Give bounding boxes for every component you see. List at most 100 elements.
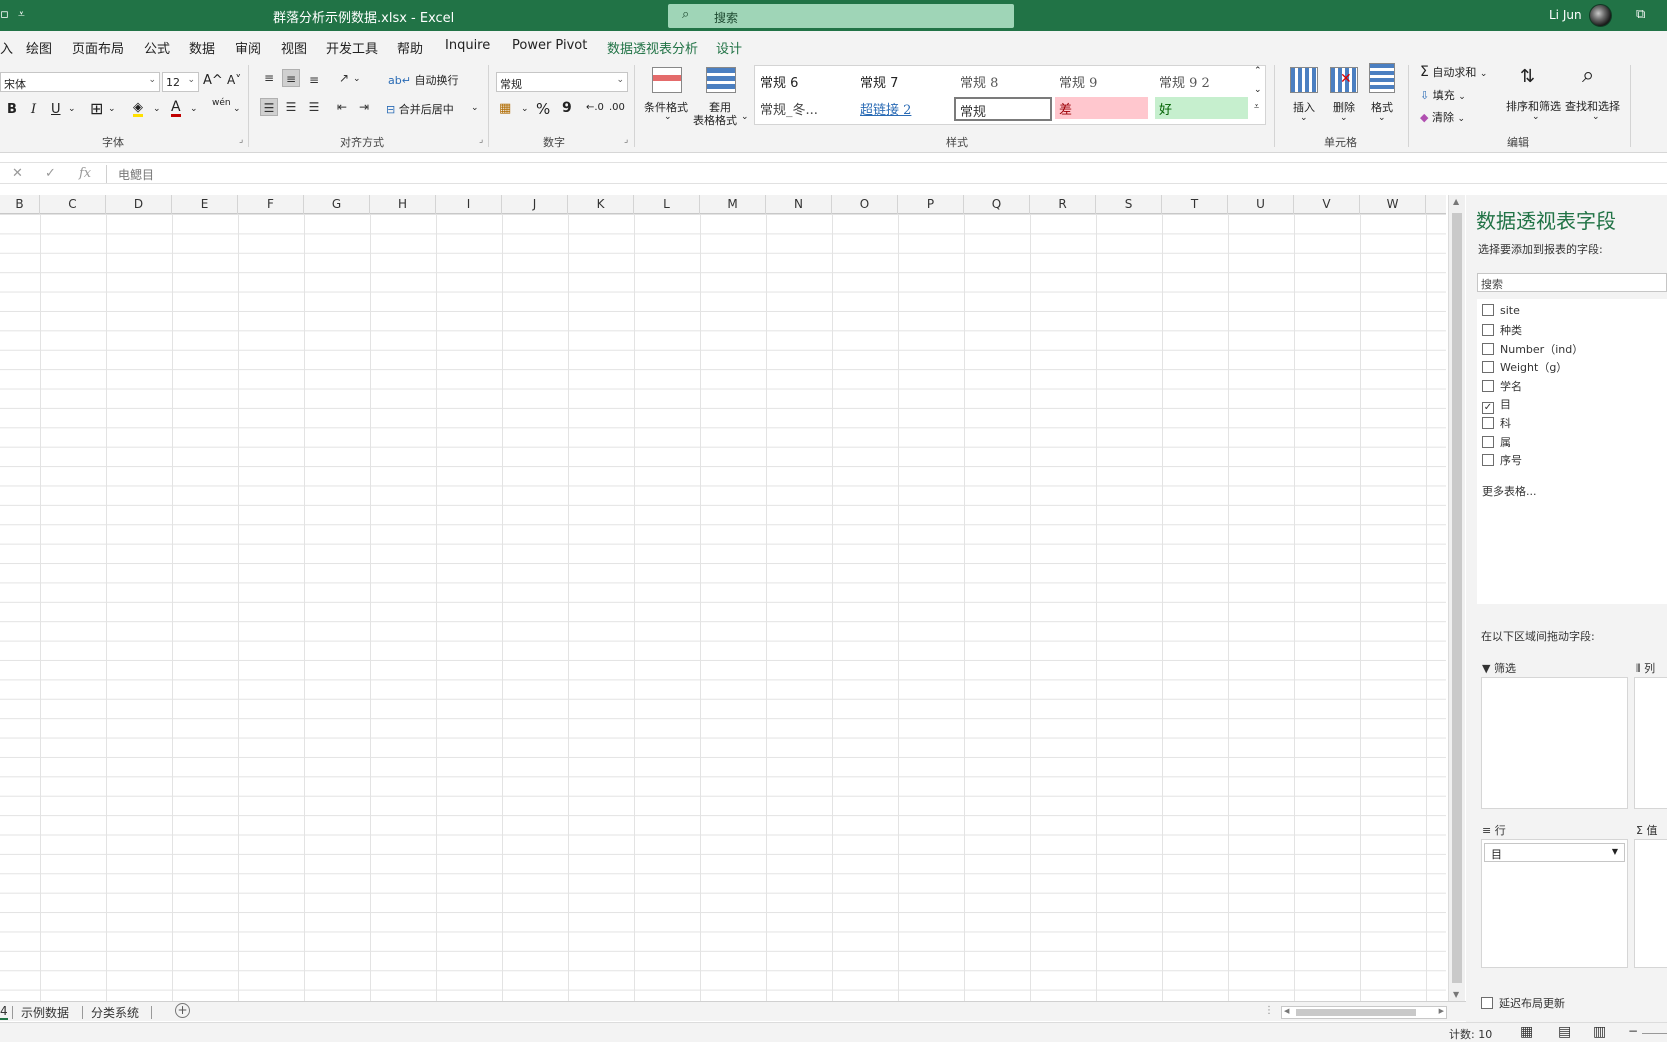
autosum-button[interactable]: Σ 自动求和 ⌄	[1420, 64, 1487, 80]
checkbox[interactable]	[1482, 380, 1494, 392]
chevron-down-icon[interactable]: ⌄	[1592, 112, 1600, 122]
pivot-search-input[interactable]: 搜索	[1477, 273, 1667, 292]
checkbox[interactable]	[1481, 997, 1493, 1009]
gallery-down-icon[interactable]: ⌄	[1254, 85, 1262, 95]
sort-filter-icon[interactable]: ⇅	[1520, 66, 1535, 87]
tab-split-handle-icon[interactable]: ⋮	[1264, 1005, 1274, 1016]
user-name[interactable]: Li Jun	[1549, 8, 1582, 22]
field-item[interactable]: 种类	[1482, 322, 1522, 338]
normal-view-icon[interactable]: ▦	[1520, 1024, 1533, 1040]
column-header[interactable]: R	[1030, 195, 1096, 214]
filter-drop-area[interactable]	[1481, 677, 1628, 809]
values-drop-area[interactable]	[1634, 839, 1667, 968]
confirm-icon[interactable]: ✓	[45, 166, 56, 181]
font-color-icon[interactable]: A	[171, 100, 181, 117]
vertical-scrollbar[interactable]: ▲ ▼	[1448, 195, 1465, 1001]
column-header[interactable]: W	[1360, 195, 1426, 214]
tab-review[interactable]: 审阅	[235, 38, 261, 57]
column-header[interactable]: N	[766, 195, 832, 214]
dialog-launcher-icon[interactable]: ⌟	[624, 135, 628, 145]
chevron-down-icon[interactable]: ⌄	[233, 104, 241, 114]
zoom-out-icon[interactable]: −	[1628, 1024, 1638, 1038]
increase-indent-icon[interactable]: ⇥	[355, 98, 373, 116]
chevron-down-icon[interactable]: ⌄	[741, 112, 749, 122]
align-middle-icon[interactable]: ≡	[282, 69, 300, 87]
checkbox[interactable]	[1482, 324, 1494, 336]
style-cell[interactable]: 常规_冬...	[760, 99, 818, 118]
column-header[interactable]: B	[0, 195, 40, 214]
columns-drop-area[interactable]	[1634, 677, 1667, 809]
phonetic-guide-button[interactable]: wén	[212, 98, 231, 108]
tab-power-pivot[interactable]: Power Pivot	[512, 38, 587, 53]
checkbox[interactable]	[1482, 361, 1494, 373]
number-format-select[interactable]: 常规 ⌄	[496, 72, 628, 92]
column-header[interactable]: I	[436, 195, 502, 214]
bold-button[interactable]: B	[7, 102, 17, 117]
format-cells-icon[interactable]	[1369, 63, 1395, 93]
fill-button[interactable]: ⇩ 填充 ⌄	[1420, 87, 1466, 103]
row-field-pill[interactable]: 目 ▼	[1484, 843, 1625, 862]
sheet-tab[interactable]: 分类系统	[91, 1004, 139, 1021]
percent-style-button[interactable]: %	[536, 100, 550, 118]
table-format-icon[interactable]	[706, 67, 736, 93]
fill-color-icon[interactable]: ◈	[133, 101, 143, 117]
style-cell[interactable]: 差	[1055, 97, 1148, 119]
column-header[interactable]: E	[172, 195, 238, 214]
find-magnifier-icon[interactable]: ⌕	[1582, 63, 1594, 88]
style-cell[interactable]: 常规 6	[760, 72, 798, 91]
comma-style-button[interactable]: 9	[562, 100, 572, 116]
tab-page-layout[interactable]: 页面布局	[72, 38, 124, 57]
align-center-icon[interactable]: ☰	[282, 98, 300, 116]
scroll-left-icon[interactable]: ◀	[1284, 1007, 1289, 1015]
column-header[interactable]: K	[568, 195, 634, 214]
field-item[interactable]: 学名	[1482, 378, 1522, 394]
column-header[interactable]: C	[40, 195, 106, 214]
insert-function-button[interactable]: fx	[79, 166, 91, 181]
decrease-font-size-button[interactable]: A˅	[227, 73, 241, 87]
column-header[interactable]: S	[1096, 195, 1162, 214]
style-cell[interactable]: 常规 8	[960, 72, 998, 91]
tab-formulas[interactable]: 公式	[144, 38, 170, 57]
clear-button[interactable]: ◆ 清除 ⌄	[1420, 109, 1465, 125]
orientation-icon[interactable]: ↗	[335, 69, 353, 87]
add-sheet-button[interactable]: +	[175, 1003, 190, 1018]
checkbox-checked[interactable]: ✓	[1482, 402, 1494, 414]
tab-design[interactable]: 设计	[716, 38, 742, 57]
conditional-format-icon[interactable]	[652, 67, 682, 93]
dialog-launcher-icon[interactable]: ⌟	[239, 135, 243, 145]
accounting-format-icon[interactable]: ▦	[499, 101, 511, 116]
scrollbar-thumb[interactable]	[1296, 1009, 1416, 1016]
delete-cells-icon[interactable]: ✕	[1330, 67, 1358, 93]
scroll-up-icon[interactable]: ▲	[1453, 197, 1459, 206]
avatar[interactable]	[1589, 4, 1612, 27]
increase-decimal-button[interactable]: ←.0	[586, 102, 604, 113]
decrease-indent-icon[interactable]: ⇤	[333, 98, 351, 116]
tab-developer[interactable]: 开发工具	[326, 38, 378, 57]
column-header[interactable]: G	[304, 195, 370, 214]
column-header[interactable]: U	[1228, 195, 1294, 214]
column-header[interactable]: T	[1162, 195, 1228, 214]
chevron-down-icon[interactable]: ⌄	[1340, 113, 1348, 123]
checkbox[interactable]	[1482, 454, 1494, 466]
chevron-down-icon[interactable]: ⌄	[353, 74, 361, 84]
checkbox[interactable]	[1482, 304, 1494, 316]
column-header[interactable]: V	[1294, 195, 1360, 214]
worksheet-grid[interactable]	[0, 214, 1446, 1001]
chevron-down-icon[interactable]: ⌄	[1378, 113, 1386, 123]
window-icon[interactable]: ▫	[0, 7, 9, 22]
align-bottom-icon[interactable]: ≡	[305, 71, 323, 89]
decrease-decimal-button[interactable]: .00	[609, 102, 625, 113]
column-header[interactable]: F	[238, 195, 304, 214]
cancel-icon[interactable]: ✕	[12, 166, 23, 181]
insert-cells-icon[interactable]	[1290, 67, 1318, 93]
tab-view[interactable]: 视图	[281, 38, 307, 57]
checkbox[interactable]	[1482, 436, 1494, 448]
column-header[interactable]: H	[370, 195, 436, 214]
style-cell[interactable]: 常规 7	[860, 72, 898, 91]
column-header[interactable]: D	[106, 195, 172, 214]
field-item[interactable]: 序号	[1482, 452, 1522, 468]
increase-font-size-button[interactable]: A^	[203, 73, 223, 88]
align-left-icon[interactable]: ☰	[260, 98, 278, 116]
search-box[interactable]: ⌕ 搜索	[668, 4, 1014, 28]
scrollbar-thumb[interactable]	[1452, 213, 1462, 983]
